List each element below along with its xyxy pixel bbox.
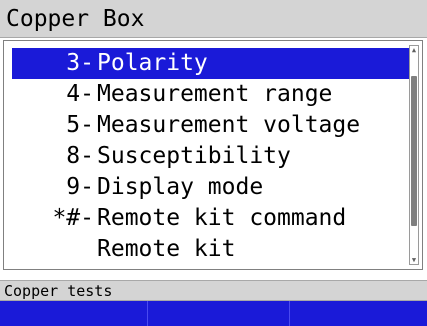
menu-item-key: 8- [66, 143, 94, 169]
menu-item-remote-kit-command[interactable]: *#- Remote kit command [12, 203, 412, 234]
menu-item-label: Measurement voltage [97, 112, 361, 138]
scroll-thumb[interactable] [411, 76, 417, 226]
menu-item-label: Measurement range [97, 81, 333, 107]
softkey-2[interactable] [148, 301, 290, 326]
menu-item-susceptibility[interactable]: 8- Susceptibility [12, 141, 412, 172]
menu-item-display-mode[interactable]: 9- Display mode [12, 172, 412, 203]
menu-item-key: 4- [66, 81, 94, 107]
copper-box-screen: Copper Box 3- Polarity 4- Measurement ra… [0, 0, 427, 326]
menu-item-label: Display mode [97, 174, 264, 200]
status-text: Copper tests [4, 282, 113, 300]
softkey-3[interactable] [290, 301, 427, 326]
menu-item-remote-kit[interactable]: Remote kit [12, 234, 412, 265]
softkey-bar [0, 301, 427, 326]
menu-item-label: Remote kit [97, 236, 236, 262]
title-bar: Copper Box [0, 0, 427, 38]
scroll-up-icon[interactable]: ▲ [410, 46, 418, 54]
screen-title: Copper Box [6, 6, 145, 32]
softkey-1[interactable] [0, 301, 148, 326]
menu-scrollbar[interactable]: ▲ ▼ [409, 45, 419, 265]
menu-item-key: 5- [66, 112, 94, 138]
menu-item-measurement-range[interactable]: 4- Measurement range [12, 79, 412, 110]
scroll-down-icon[interactable]: ▼ [410, 256, 418, 264]
menu-item-label: Susceptibility [97, 143, 291, 169]
menu-item-polarity[interactable]: 3- Polarity [12, 48, 412, 79]
status-bar: Copper tests [0, 280, 427, 301]
menu-panel: 3- Polarity 4- Measurement range 5- Meas… [3, 40, 423, 270]
menu-item-key: *#- [52, 205, 94, 231]
menu-item-label: Polarity [97, 50, 208, 76]
menu-list: 3- Polarity 4- Measurement range 5- Meas… [12, 48, 412, 265]
menu-item-label: Remote kit command [97, 205, 347, 231]
menu-item-key: 3- [66, 50, 94, 76]
menu-item-key: 9- [66, 174, 94, 200]
menu-item-measurement-voltage[interactable]: 5- Measurement voltage [12, 110, 412, 141]
